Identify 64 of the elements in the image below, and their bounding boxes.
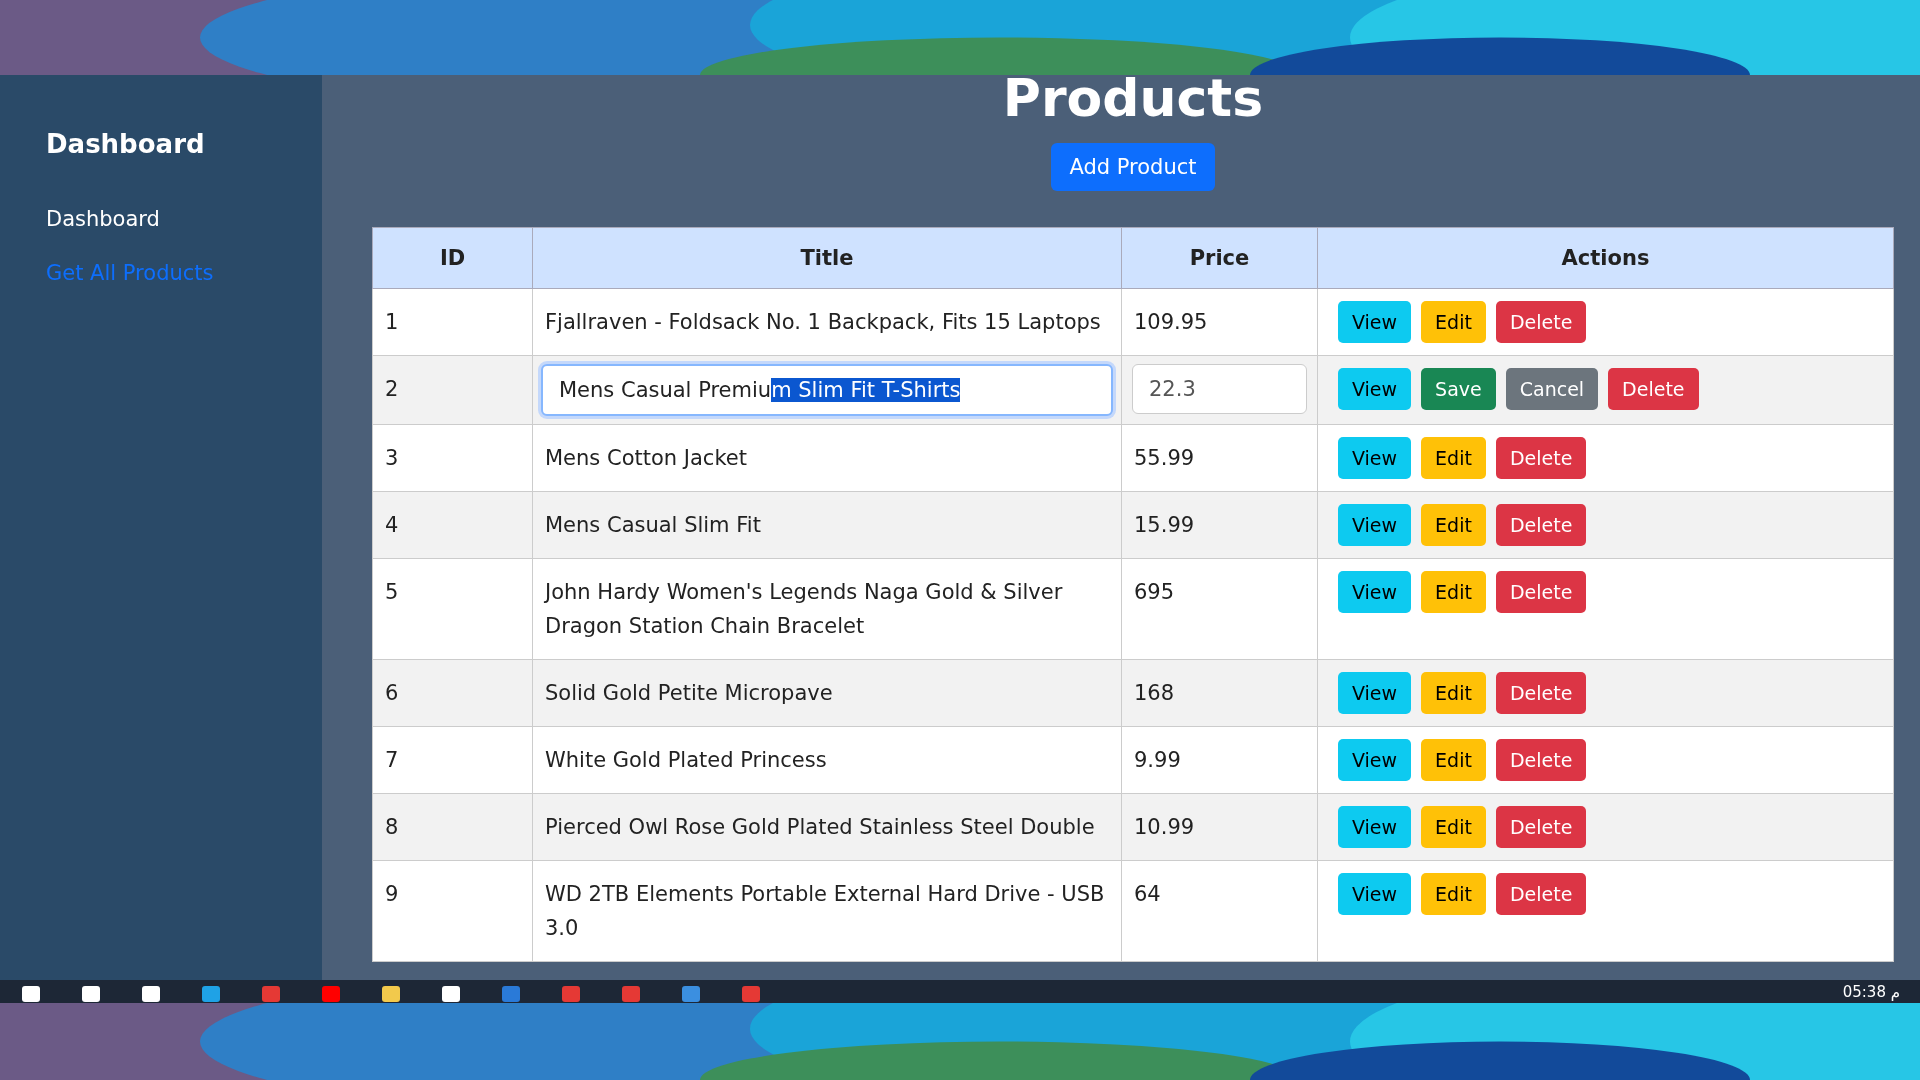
table-cell: 1 [372, 288, 533, 356]
table-cell: Mens Casual Slim Fit [532, 491, 1122, 559]
delete-button[interactable]: Delete [1495, 672, 1587, 715]
table-cell: 6 [372, 659, 533, 727]
table-cell: 695 [1121, 558, 1318, 660]
delete-button[interactable]: Delete [1495, 873, 1587, 916]
save-button[interactable]: Save [1421, 368, 1496, 411]
cancel-button[interactable]: Cancel [1505, 368, 1599, 411]
view-button[interactable]: View [1338, 504, 1412, 547]
edit-button[interactable]: Edit [1421, 301, 1486, 344]
delete-button[interactable]: Delete [1495, 739, 1587, 782]
column-header: Actions [1317, 227, 1894, 289]
table-cell: 15.99 [1121, 491, 1318, 559]
table-cell: 4 [372, 491, 533, 559]
column-header: Title [532, 227, 1122, 289]
column-header: Price [1121, 227, 1318, 289]
table-cell: 9 [372, 860, 533, 962]
column-header: ID [372, 227, 533, 289]
delete-button[interactable]: Delete [1495, 504, 1587, 547]
table-cell: John Hardy Women's Legends Naga Gold & Silver Dragon Station Chain Bracelet [532, 558, 1122, 660]
delete-button[interactable]: Delete [1495, 571, 1587, 614]
page-title: Products [1002, 75, 1264, 130]
table-cell: 7 [372, 726, 533, 794]
edit-button[interactable]: Edit [1421, 806, 1486, 849]
edit-button[interactable]: Edit [1421, 672, 1486, 715]
edit-button[interactable]: Edit [1421, 873, 1486, 916]
delete-button[interactable]: Delete [1495, 806, 1587, 849]
table-cell: White Gold Plated Princess [532, 726, 1122, 794]
view-button[interactable]: View [1338, 739, 1412, 782]
table-cell: Fjallraven - Foldsack No. 1 Backpack, Fits 15 Laptops [532, 288, 1122, 356]
table-cell: 55.99 [1121, 424, 1318, 492]
view-button[interactable]: View [1338, 672, 1412, 715]
table-cell: WD 2TB Elements Portable External Hard Drive - USB 3.0 [532, 860, 1122, 962]
table-cell: 2 [372, 355, 533, 425]
edit-button[interactable]: Edit [1421, 739, 1486, 782]
table-cell: 168 [1121, 659, 1318, 727]
clock-time: 05:38 م [1842, 982, 1900, 1001]
view-button[interactable]: View [1338, 806, 1412, 849]
table-cell: 10.99 [1121, 793, 1318, 861]
view-button[interactable]: View [1338, 571, 1412, 614]
table-cell: 8 [372, 793, 533, 861]
delete-button[interactable]: Delete [1495, 301, 1587, 344]
add-product-button[interactable]: Add Product [1051, 143, 1215, 192]
view-button[interactable]: View [1338, 368, 1412, 411]
view-button[interactable]: View [1338, 873, 1412, 916]
view-button[interactable]: View [1338, 301, 1412, 344]
title-input[interactable]: Mens Casual Premium Slim Fit T-Shirts [541, 364, 1113, 417]
table-cell: 5 [372, 558, 533, 660]
table-cell: 109.95 [1121, 288, 1318, 356]
table-cell: 3 [372, 424, 533, 492]
edit-button[interactable]: Edit [1421, 571, 1486, 614]
sidebar-item[interactable]: Dashboard [46, 207, 322, 231]
delete-button[interactable]: Delete [1608, 368, 1699, 411]
table-cell: Pierced Owl Rose Gold Plated Stainless Steel Double [532, 793, 1122, 861]
edit-button[interactable]: Edit [1421, 504, 1486, 547]
view-button[interactable]: View [1338, 437, 1412, 480]
table-cell: Mens Cotton Jacket [532, 424, 1122, 492]
table-cell: Solid Gold Petite Micropave [532, 659, 1122, 727]
table-cell: 9.99 [1121, 726, 1318, 794]
price-input[interactable]: 22.3 [1132, 364, 1307, 415]
table-cell: 64 [1121, 860, 1318, 962]
sidebar-title: Dashboard [46, 129, 206, 159]
edit-button[interactable]: Edit [1421, 437, 1486, 480]
delete-button[interactable]: Delete [1495, 437, 1587, 480]
